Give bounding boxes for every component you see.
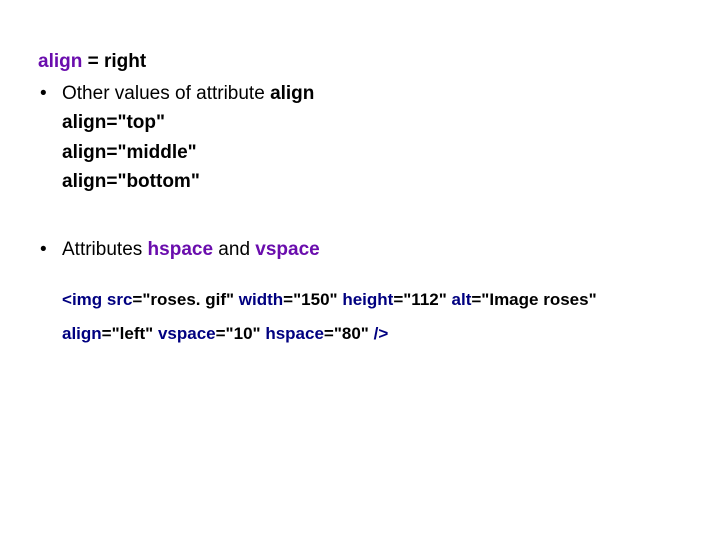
bullet-other-values: Other values of attribute align [36, 80, 684, 108]
attr-val: ="bottom" [106, 171, 199, 192]
slide-content: align = right Other values of attribute … [0, 0, 720, 351]
self-close: /> [374, 324, 389, 343]
attr-name: align [62, 171, 106, 192]
attr-name: align [62, 112, 106, 133]
example-middle: align="middle" [62, 139, 684, 167]
code-line-1: <img src="roses. gif" width="150" height… [62, 283, 684, 317]
src-attr: src [102, 290, 132, 309]
code-line-2: align="left" vspace="10" hspace="80" /> [62, 317, 684, 351]
align-keyword: align [38, 51, 82, 72]
spacer [36, 198, 684, 236]
bullet-list-2: Attributes hspace and vspace [36, 236, 684, 264]
code-example: <img src="roses. gif" width="150" height… [62, 283, 684, 351]
attr-val: ="middle" [106, 142, 196, 163]
vspace-attr: vspace [158, 324, 216, 343]
img-tag: img [72, 290, 102, 309]
example-bottom: align="bottom" [62, 168, 684, 196]
bullet-list-1: Other values of attribute align [36, 80, 684, 108]
bullet-align-word: align [270, 83, 314, 104]
hspace-word: hspace [148, 239, 213, 260]
heading-line: align = right [38, 48, 684, 76]
attr-val: ="top" [106, 112, 165, 133]
vspace-val: ="10" [216, 324, 266, 343]
alt-val: ="Image roses" [471, 290, 596, 309]
alt-attr: alt [452, 290, 472, 309]
vspace-word: vspace [255, 239, 319, 260]
bullet-text-prefix: Other values of attribute [62, 83, 270, 104]
align-attr: align [62, 324, 102, 343]
width-attr: width [239, 290, 283, 309]
height-val: ="112" [393, 290, 451, 309]
align-val: ="left" [102, 324, 158, 343]
bullet2-prefix: Attributes [62, 239, 148, 260]
hspace-val: ="80" [324, 324, 374, 343]
align-value: = right [82, 51, 146, 72]
width-val: ="150" [283, 290, 342, 309]
height-attr: height [342, 290, 393, 309]
hspace-attr: hspace [265, 324, 324, 343]
bullet-hspace-vspace: Attributes hspace and vspace [36, 236, 684, 264]
example-top: align="top" [62, 109, 684, 137]
attr-name: align [62, 142, 106, 163]
bullet2-mid: and [213, 239, 255, 260]
src-val: ="roses. gif" [132, 290, 238, 309]
angle-bracket: < [62, 290, 72, 309]
